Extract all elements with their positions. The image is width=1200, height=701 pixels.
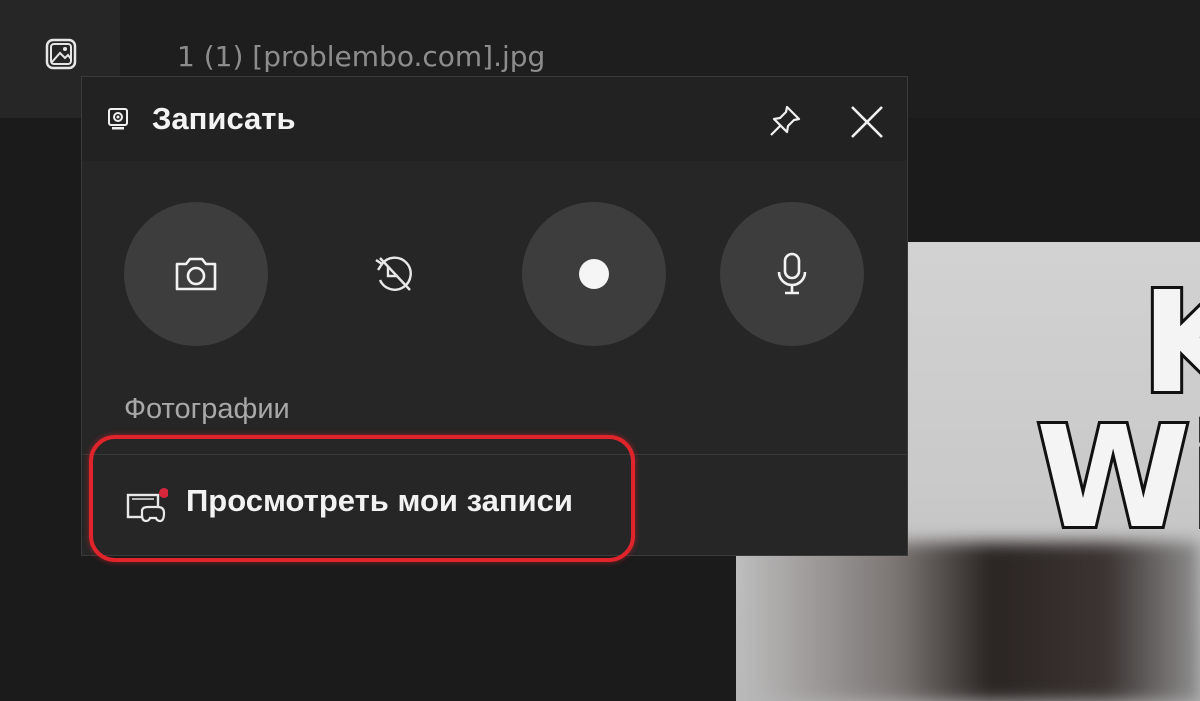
highlight-annotation	[89, 435, 635, 562]
webcam-icon	[108, 108, 128, 130]
record-last-button[interactable]	[364, 244, 424, 304]
image-file-icon	[45, 38, 77, 70]
pin-icon[interactable]	[765, 101, 805, 141]
microphone-button[interactable]	[720, 202, 864, 346]
photo-text-line2: Wi	[1033, 394, 1200, 563]
section-label-photos: Фотографии	[124, 393, 290, 425]
record-dot-icon	[579, 259, 609, 289]
widget-header: Записать	[82, 77, 907, 161]
screenshot-button[interactable]	[124, 202, 268, 346]
record-last-disabled-icon	[375, 256, 412, 291]
start-recording-button[interactable]	[522, 202, 666, 346]
widget-title: Записать	[152, 101, 296, 136]
file-name: 1 (1) [problembo.com].jpg	[177, 40, 546, 73]
camera-icon	[175, 257, 217, 291]
close-icon[interactable]	[847, 102, 887, 142]
microphone-icon	[777, 252, 807, 295]
